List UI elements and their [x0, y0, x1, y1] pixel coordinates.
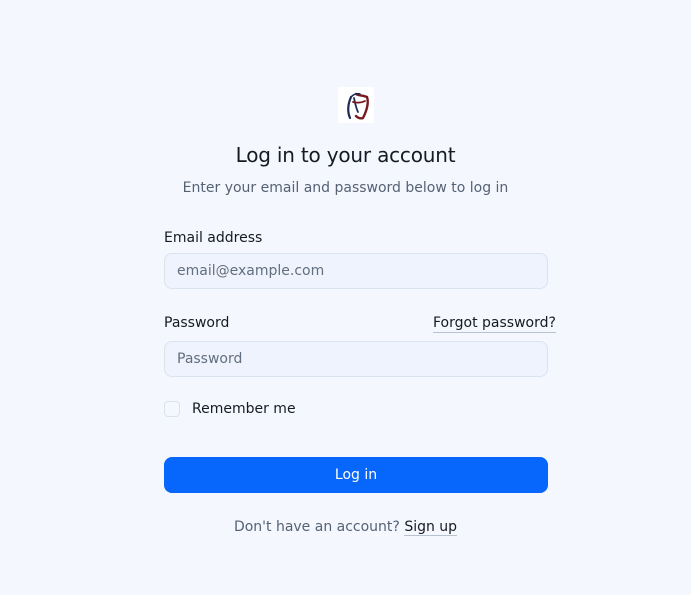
login-button[interactable]: Log in — [164, 457, 548, 493]
email-field[interactable] — [164, 253, 548, 289]
signup-link[interactable]: Sign up — [404, 519, 458, 536]
login-page: Log in to your account Enter your email … — [0, 0, 691, 595]
forgot-password-link[interactable]: Forgot password? — [433, 315, 556, 333]
remember-me-row[interactable]: Remember me — [164, 400, 296, 418]
page-subtitle: Enter your email and password below to l… — [182, 180, 509, 196]
page-title: Log in to your account — [235, 143, 456, 167]
shopping-bag-logo-icon — [338, 87, 374, 123]
remember-me-checkbox[interactable] — [164, 401, 180, 417]
password-label: Password — [164, 315, 230, 331]
password-field[interactable] — [164, 341, 548, 377]
signup-prompt-row: Don't have an account? Sign up — [0, 519, 691, 536]
signup-prompt-text: Don't have an account? — [233, 519, 400, 535]
remember-me-label: Remember me — [192, 401, 296, 417]
email-label: Email address — [164, 230, 263, 246]
